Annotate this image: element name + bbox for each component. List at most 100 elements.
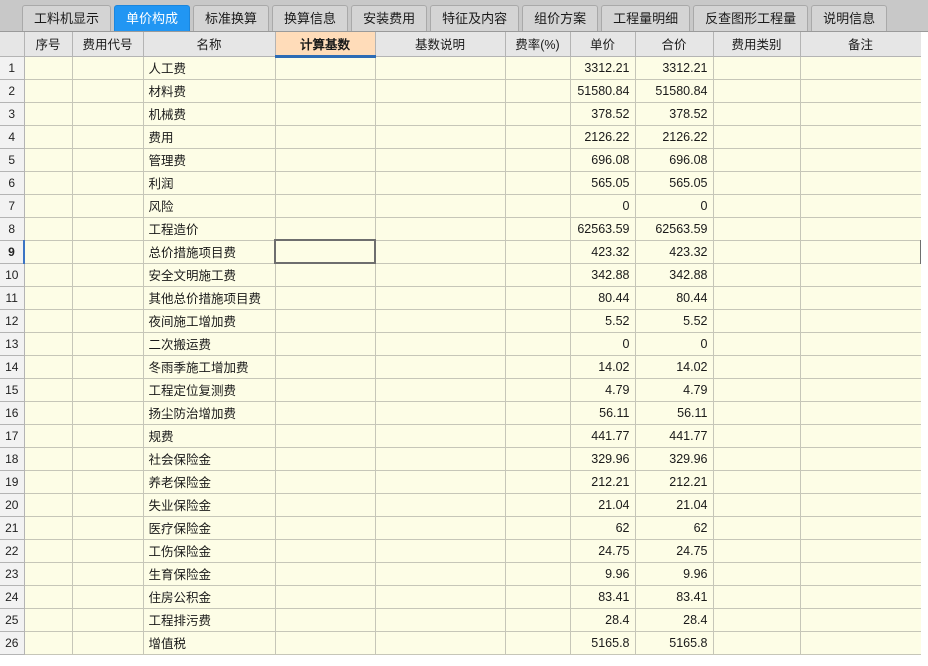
row-number-cell[interactable]: 2 — [0, 78, 25, 103]
cell-name[interactable]: 安全文明施工费 — [142, 262, 276, 287]
cell-base_desc[interactable] — [374, 469, 506, 494]
table-row[interactable]: 9 总价措施项目费 423.32 423.32 — [0, 239, 922, 264]
cell-total[interactable]: 5.52 — [634, 308, 714, 333]
cell-rate[interactable] — [504, 561, 571, 586]
cell-unit_price[interactable]: 329.96 — [569, 446, 636, 471]
cell-base[interactable] — [274, 124, 376, 149]
row-number-cell[interactable]: 24 — [0, 584, 25, 609]
cell-base_desc[interactable] — [374, 193, 506, 218]
cell-fee_type[interactable] — [712, 78, 801, 103]
cell-total[interactable]: 423.32 — [634, 239, 714, 264]
cell-total[interactable]: 2126.22 — [634, 124, 714, 149]
cell-name[interactable]: 利润 — [142, 170, 276, 195]
cell-remark[interactable] — [799, 423, 922, 448]
cell-rate[interactable] — [504, 446, 571, 471]
cell-rate[interactable] — [504, 101, 571, 126]
cell-seq[interactable] — [23, 584, 73, 609]
cell-seq[interactable] — [23, 630, 73, 655]
cell-seq[interactable] — [23, 492, 73, 517]
cell-name[interactable]: 规费 — [142, 423, 276, 448]
cell-unit_price[interactable]: 80.44 — [569, 285, 636, 310]
cell-rate[interactable] — [504, 78, 571, 103]
cell-code[interactable] — [71, 607, 144, 632]
cell-name[interactable]: 失业保险金 — [142, 492, 276, 517]
cell-base[interactable] — [274, 538, 376, 563]
cell-base_desc[interactable] — [374, 78, 506, 103]
table-row[interactable]: 16 扬尘防治增加费 56.11 56.11 — [0, 400, 922, 425]
cell-fee_type[interactable] — [712, 308, 801, 333]
cell-unit_price[interactable]: 28.4 — [569, 607, 636, 632]
cell-rate[interactable] — [504, 239, 571, 264]
cell-name[interactable]: 工程排污费 — [142, 607, 276, 632]
cell-rate[interactable] — [504, 423, 571, 448]
table-row[interactable]: 25 工程排污费 28.4 28.4 — [0, 607, 922, 632]
cell-fee_type[interactable] — [712, 446, 801, 471]
cell-code[interactable] — [71, 216, 144, 241]
cell-base[interactable] — [274, 262, 376, 287]
table-row[interactable]: 19 养老保险金 212.21 212.21 — [0, 469, 922, 494]
cell-base[interactable] — [274, 308, 376, 333]
cell-base_desc[interactable] — [374, 492, 506, 517]
cell-code[interactable] — [71, 400, 144, 425]
cell-total[interactable]: 24.75 — [634, 538, 714, 563]
table-row[interactable]: 2 材料费 51580.84 51580.84 — [0, 78, 922, 103]
cell-unit_price[interactable]: 5165.8 — [569, 630, 636, 655]
table-row[interactable]: 26 增值税 5165.8 5165.8 — [0, 630, 922, 655]
cell-seq[interactable] — [23, 124, 73, 149]
cell-name[interactable]: 住房公积金 — [142, 584, 276, 609]
cell-base_desc[interactable] — [374, 216, 506, 241]
cell-rate[interactable] — [504, 492, 571, 517]
cell-name[interactable]: 其他总价措施项目费 — [142, 285, 276, 310]
tab-0[interactable]: 工料机显示 — [22, 5, 112, 31]
cell-code[interactable] — [71, 147, 144, 172]
cell-rate[interactable] — [504, 331, 571, 356]
cell-fee_type[interactable] — [712, 377, 801, 402]
cell-base[interactable] — [274, 561, 376, 586]
cell-code[interactable] — [71, 446, 144, 471]
table-row[interactable]: 10 安全文明施工费 342.88 342.88 — [0, 262, 922, 287]
cell-seq[interactable] — [23, 469, 73, 494]
row-number-cell[interactable]: 25 — [0, 607, 25, 632]
column-header-remark[interactable]: 备注 — [799, 32, 922, 57]
cell-code[interactable] — [71, 492, 144, 517]
cell-remark[interactable] — [799, 55, 922, 80]
cell-total[interactable]: 212.21 — [634, 469, 714, 494]
cell-base[interactable] — [274, 423, 376, 448]
cell-unit_price[interactable]: 4.79 — [569, 377, 636, 402]
cell-code[interactable] — [71, 584, 144, 609]
table-row[interactable]: 18 社会保险金 329.96 329.96 — [0, 446, 922, 471]
column-header-unit_price[interactable]: 单价 — [569, 32, 636, 57]
cell-base_desc[interactable] — [374, 55, 506, 80]
table-row[interactable]: 7 风险 0 0 — [0, 193, 922, 218]
cell-total[interactable]: 4.79 — [634, 377, 714, 402]
cell-rate[interactable] — [504, 216, 571, 241]
cell-name[interactable]: 生育保险金 — [142, 561, 276, 586]
tab-7[interactable]: 工程量明细 — [601, 5, 691, 31]
cell-name[interactable]: 工伤保险金 — [142, 538, 276, 563]
cell-remark[interactable] — [799, 239, 922, 264]
cell-base[interactable] — [274, 400, 376, 425]
cell-remark[interactable] — [799, 561, 922, 586]
cell-total[interactable]: 329.96 — [634, 446, 714, 471]
cell-remark[interactable] — [799, 147, 922, 172]
row-number-cell[interactable]: 12 — [0, 308, 25, 333]
cell-seq[interactable] — [23, 308, 73, 333]
cell-name[interactable]: 医疗保险金 — [142, 515, 276, 540]
cell-fee_type[interactable] — [712, 216, 801, 241]
cell-total[interactable]: 5165.8 — [634, 630, 714, 655]
cell-rate[interactable] — [504, 630, 571, 655]
cell-base[interactable] — [274, 469, 376, 494]
active-cell-base[interactable] — [274, 239, 376, 264]
cell-code[interactable] — [71, 331, 144, 356]
cell-total[interactable]: 9.96 — [634, 561, 714, 586]
cell-code[interactable] — [71, 515, 144, 540]
cell-total[interactable]: 28.4 — [634, 607, 714, 632]
cell-seq[interactable] — [23, 538, 73, 563]
cell-base_desc[interactable] — [374, 354, 506, 379]
cell-name[interactable]: 材料费 — [142, 78, 276, 103]
cell-fee_type[interactable] — [712, 469, 801, 494]
cell-base_desc[interactable] — [374, 400, 506, 425]
cell-base_desc[interactable] — [374, 515, 506, 540]
cell-seq[interactable] — [23, 607, 73, 632]
cell-name[interactable]: 冬雨季施工增加费 — [142, 354, 276, 379]
